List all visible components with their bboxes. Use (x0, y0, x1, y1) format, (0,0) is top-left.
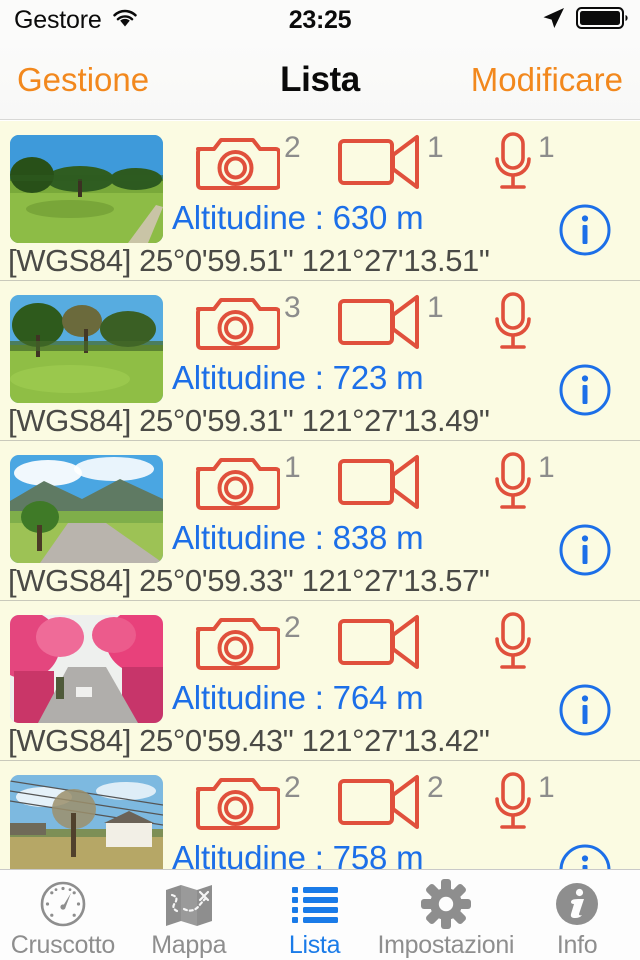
microphone-icon (492, 131, 534, 198)
media-counts: 2 1 1 (170, 131, 590, 193)
photo-count: 2 (284, 611, 301, 644)
camera-icon (194, 451, 281, 518)
audio-count: 1 (538, 771, 555, 804)
tab-label: Mappa (151, 931, 227, 959)
video-camera-icon (337, 131, 423, 194)
video-count-group[interactable] (337, 451, 443, 514)
microphone-icon (492, 291, 534, 358)
photo-count-group[interactable]: 2 (194, 131, 301, 198)
media-counts: 2 (170, 611, 590, 673)
status-bar: Gestore 23:25 (0, 0, 640, 40)
microphone-icon (492, 611, 534, 678)
list-item[interactable]: 2 Altitudine : 764 m [WGS84] 25°0'59.43"… (0, 601, 640, 761)
tab-info[interactable]: Info (514, 870, 640, 960)
status-bar-right (540, 0, 630, 40)
list-item[interactable]: 3 1 Altitudine : 723 m [WGS84] 25°0'59.3… (0, 281, 640, 441)
photo-count: 1 (284, 451, 301, 484)
camera-icon (194, 131, 281, 198)
tab-impostazioni[interactable]: Impostazioni (377, 870, 514, 960)
thumbnail-bare-tree-house[interactable] (10, 775, 163, 869)
audio-count: 1 (538, 451, 555, 484)
altitude-label: Altitudine : 758 m (172, 839, 424, 869)
thumbnail-park-meadow[interactable] (10, 135, 163, 243)
photo-count-group[interactable]: 2 (194, 611, 301, 678)
video-count-group[interactable] (337, 611, 443, 674)
thumbnail-grass-trees[interactable] (10, 295, 163, 403)
audio-count: 1 (538, 131, 555, 164)
video-camera-icon (337, 451, 423, 514)
thumbnail-cherry-blossom-road[interactable] (10, 615, 163, 723)
info-circle-icon[interactable] (558, 683, 612, 737)
tab-label: Cruscotto (10, 931, 116, 959)
audio-count-group[interactable]: 1 (492, 131, 555, 198)
tab-cruscotto[interactable]: Cruscotto (0, 870, 126, 960)
tab-mappa[interactable]: Mappa (126, 870, 252, 960)
info-circle-icon[interactable] (558, 203, 612, 257)
video-camera-icon (337, 611, 423, 674)
edit-button[interactable]: Modificare (471, 40, 623, 120)
video-count-group[interactable]: 1 (337, 131, 444, 194)
tab-label: Impostazioni (377, 931, 515, 959)
audio-count-group[interactable]: 1 (492, 771, 555, 838)
coordinates-label: [WGS84] 25°0'59.43" 121°27'13.42" (8, 723, 490, 758)
camera-icon (194, 771, 281, 838)
microphone-icon (492, 771, 534, 838)
altitude-label: Altitudine : 838 m (172, 519, 424, 556)
coordinates-label: [WGS84] 25°0'59.33" 121°27'13.57" (8, 563, 490, 598)
coordinates-label: [WGS84] 25°0'59.51" 121°27'13.51" (8, 243, 490, 278)
waypoint-list[interactable]: 2 1 1 Altitudine : 630 m [WGS84] 25°0'59… (0, 121, 640, 869)
audio-count-group[interactable]: 1 (492, 451, 555, 518)
camera-icon (194, 291, 281, 358)
battery-full-icon (576, 5, 630, 36)
location-arrow-icon (540, 5, 566, 36)
video-count: 1 (427, 291, 444, 324)
photo-count: 2 (284, 131, 301, 164)
list-icon (290, 879, 340, 929)
list-item[interactable]: 2 2 1 Altitudine : 758 m (0, 761, 640, 869)
tab-lista[interactable]: Lista (252, 870, 378, 960)
coordinates-label: [WGS84] 25°0'59.31" 121°27'13.49" (8, 403, 490, 438)
info-circle-icon[interactable] (558, 843, 612, 869)
audio-count-group[interactable] (492, 291, 554, 358)
tab-bar: Cruscotto Mappa Lista Impostazioni Info (0, 869, 640, 960)
thumbnail-mountain-road[interactable] (10, 455, 163, 563)
altitude-label: Altitudine : 723 m (172, 359, 424, 396)
list-item[interactable]: 2 1 1 Altitudine : 630 m [WGS84] 25°0'59… (0, 121, 640, 281)
photo-count: 2 (284, 771, 301, 804)
video-count: 1 (427, 131, 444, 164)
photo-count-group[interactable]: 1 (194, 451, 301, 518)
media-counts: 3 1 (170, 291, 590, 353)
altitude-label: Altitudine : 630 m (172, 199, 424, 236)
photo-count: 3 (284, 291, 301, 324)
microphone-icon (492, 451, 534, 518)
media-counts: 2 2 1 (170, 771, 590, 833)
tab-label: Lista (288, 931, 341, 959)
map-icon (164, 879, 214, 929)
video-camera-icon (337, 291, 423, 354)
photo-count-group[interactable]: 2 (194, 771, 301, 838)
video-count: 2 (427, 771, 444, 804)
gear-icon (420, 879, 471, 929)
media-counts: 1 1 (170, 451, 590, 513)
info-icon (552, 879, 602, 929)
camera-icon (194, 611, 281, 678)
photo-count-group[interactable]: 3 (194, 291, 301, 358)
tab-label: Info (556, 931, 598, 959)
list-item[interactable]: 1 1 Altitudine : 838 m [WGS84] 25°0'59.3… (0, 441, 640, 601)
video-count-group[interactable]: 1 (337, 291, 444, 354)
video-count-group[interactable]: 2 (337, 771, 444, 834)
info-circle-icon[interactable] (558, 363, 612, 417)
altitude-label: Altitudine : 764 m (172, 679, 424, 716)
app-root: Gestore 23:25 Gestione Lista Modificare … (0, 0, 640, 960)
navigation-bar: Gestione Lista Modificare (0, 40, 640, 120)
audio-count-group[interactable] (492, 611, 554, 678)
gauge-icon (38, 879, 88, 929)
info-circle-icon[interactable] (558, 523, 612, 577)
video-camera-icon (337, 771, 423, 834)
